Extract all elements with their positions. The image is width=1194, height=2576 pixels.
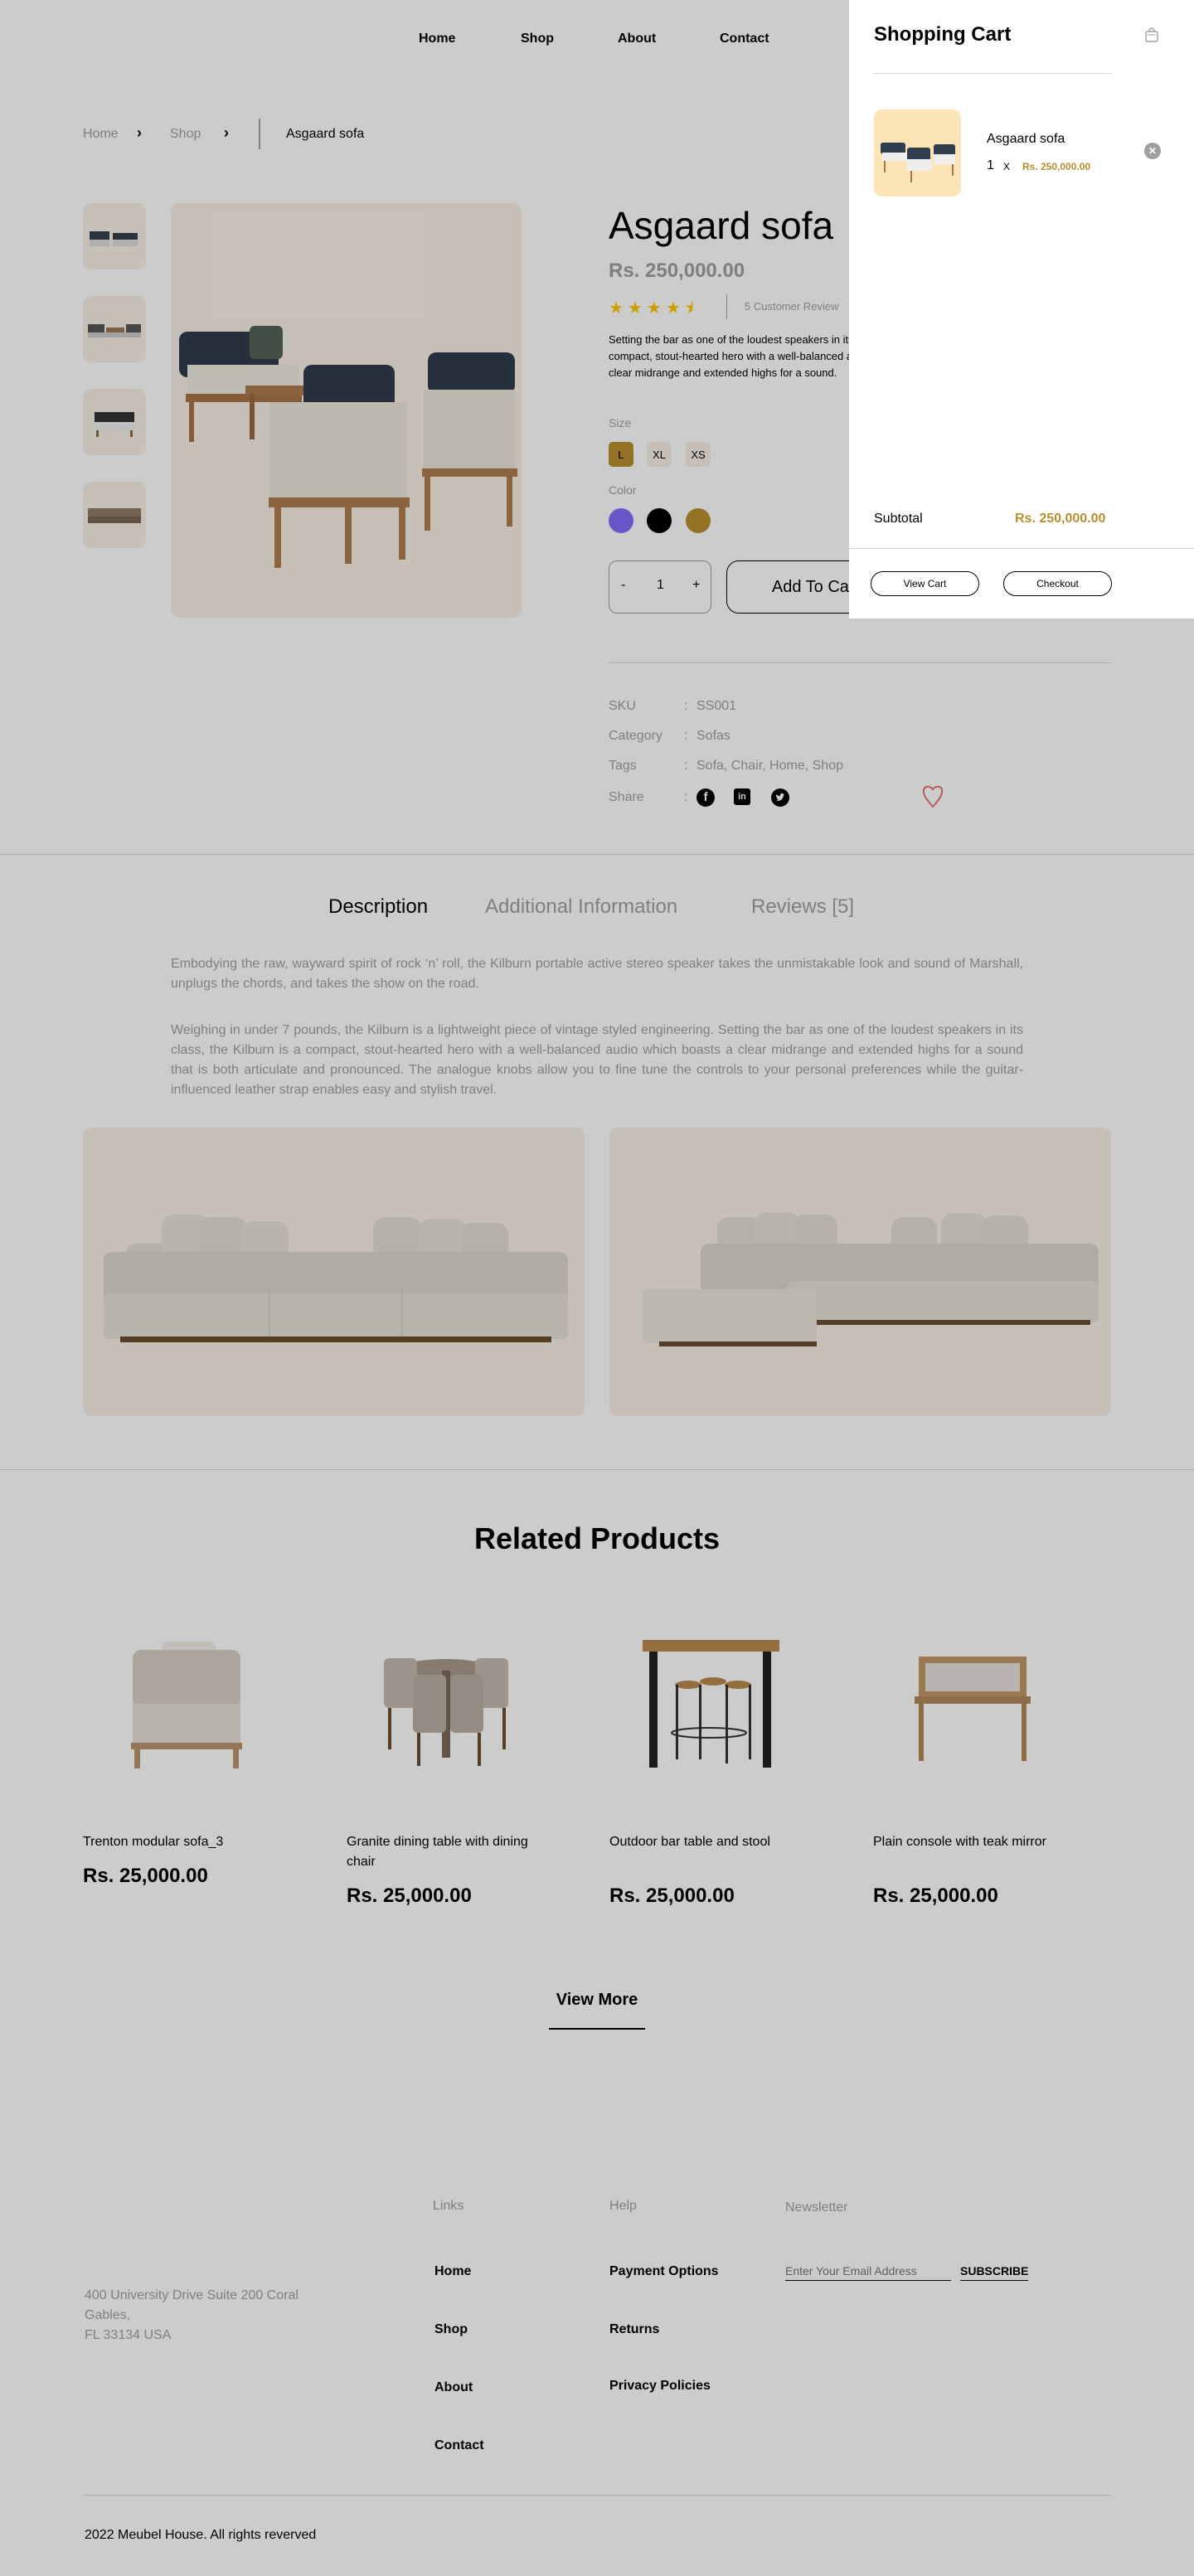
close-icon[interactable]: ✕: [1144, 143, 1161, 159]
cart-item-name: Asgaard sofa: [987, 132, 1065, 146]
shopping-cart-panel: Shopping Cart Asgaard sofa 1 X Rs. 250,0…: [849, 0, 1194, 619]
bag-icon[interactable]: [1144, 27, 1159, 42]
cart-item-image: [874, 109, 961, 196]
cart-header-divider: [874, 73, 1112, 74]
product-page: Home Shop About Contact Home › Shop › As…: [0, 0, 1194, 2576]
subtotal-value: Rs. 250,000.00: [1015, 512, 1106, 526]
cart-item-price: Rs. 250,000.00: [1022, 161, 1091, 172]
checkout-button[interactable]: Checkout: [1003, 571, 1112, 596]
cart-item-quantity: 1: [987, 158, 994, 172]
cart-title: Shopping Cart: [874, 23, 1012, 46]
cart-item-multiply: X: [1003, 161, 1011, 172]
view-cart-button[interactable]: View Cart: [871, 571, 979, 596]
subtotal-label: Subtotal: [874, 512, 923, 526]
cart-footer-divider: [849, 548, 1194, 549]
